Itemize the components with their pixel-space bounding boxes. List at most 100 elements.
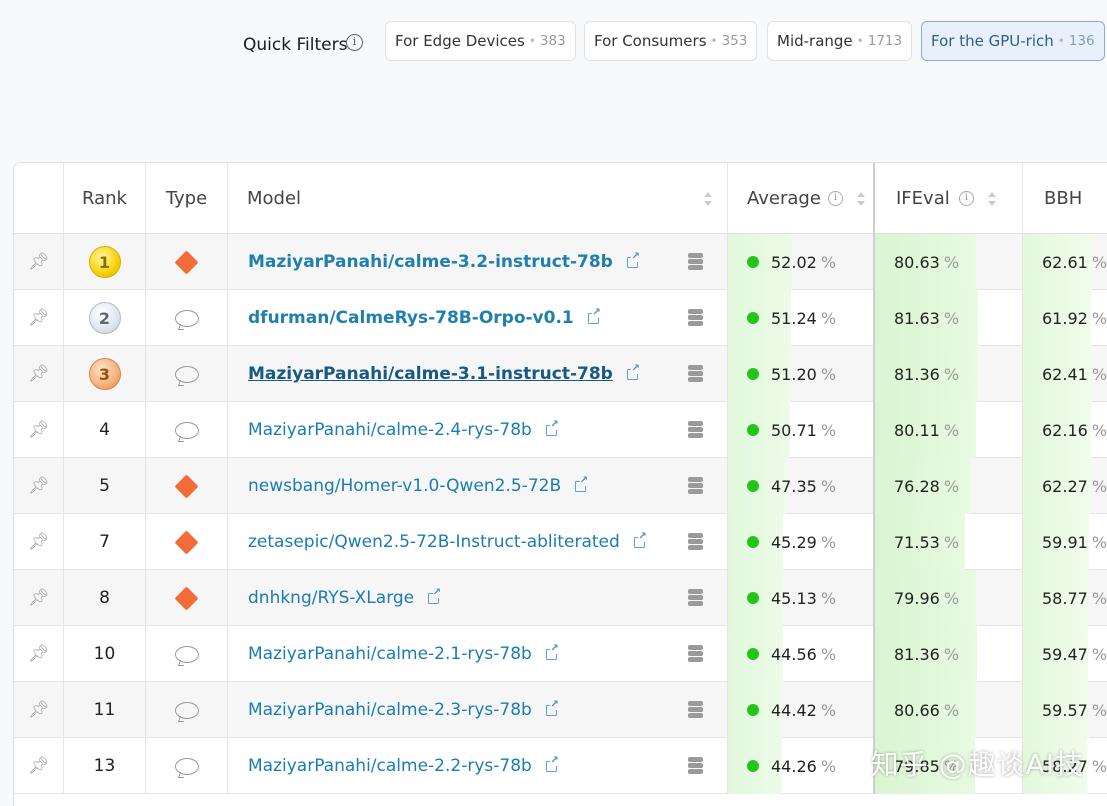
table-row[interactable]: 📌︎ 1 MaziyarPanahi/calme-3.2-instruct-78… <box>14 234 1107 290</box>
average-value: 52.02 <box>771 252 817 272</box>
header-rank-label: Rank <box>82 188 127 209</box>
model-link[interactable]: dnhkng/RYS-XLarge <box>248 588 414 608</box>
unit-label: % <box>943 420 960 440</box>
rank-cell: 11 <box>64 682 146 738</box>
diamond-icon <box>174 473 199 499</box>
filter-chip-consumers[interactable]: For Consumers • 353 <box>584 21 758 61</box>
database-icon[interactable] <box>688 589 703 606</box>
sort-icon[interactable] <box>857 192 865 206</box>
external-link-icon[interactable] <box>633 531 647 548</box>
type-cell <box>146 458 228 514</box>
info-icon[interactable]: i <box>828 191 843 206</box>
rank-cell: 2 <box>64 290 146 346</box>
model-link[interactable]: dfurman/CalmeRys-78B-Orpo-v0.1 <box>248 308 574 328</box>
header-rank[interactable]: Rank <box>64 163 146 234</box>
external-link-icon[interactable] <box>626 251 640 268</box>
pin-icon[interactable]: 📌︎ <box>14 402 64 458</box>
rank-value: 4 <box>99 420 110 440</box>
unit-label: % <box>1091 252 1107 272</box>
header-type[interactable]: Type <box>146 163 228 234</box>
external-link-icon[interactable] <box>545 699 559 716</box>
pin-icon[interactable]: 📌︎ <box>14 626 64 682</box>
table-row[interactable]: 📌︎ 5 newsbang/Homer-v1.0-Qwen2.5-72B 47.… <box>14 458 1107 514</box>
average-value: 44.42 <box>771 700 817 720</box>
model-cell: MaziyarPanahi/calme-2.2-rys-78b <box>228 738 728 794</box>
pin-icon[interactable]: 📌︎ <box>14 738 64 794</box>
info-icon[interactable]: i <box>959 191 974 206</box>
model-link[interactable]: MaziyarPanahi/calme-3.2-instruct-78b <box>248 252 613 272</box>
unit-label: % <box>820 308 837 328</box>
external-link-icon[interactable] <box>587 307 601 324</box>
table-row[interactable]: 📌︎ 10 MaziyarPanahi/calme-2.1-rys-78b 44… <box>14 626 1107 682</box>
ifeval-cell: 80.66% <box>875 682 1023 738</box>
pin-icon[interactable]: 📌︎ <box>14 290 64 346</box>
chat-bubble-icon <box>174 701 199 719</box>
average-cell: 50.71% <box>728 402 875 458</box>
database-icon[interactable] <box>688 309 703 326</box>
model-link[interactable]: MaziyarPanahi/calme-3.1-instruct-78b <box>248 364 613 384</box>
unit-label: % <box>943 252 960 272</box>
database-icon[interactable] <box>688 533 703 550</box>
pin-icon[interactable]: 📌︎ <box>14 346 64 402</box>
model-link[interactable]: zetasepic/Qwen2.5-72B-Instruct-abliterat… <box>248 532 620 552</box>
model-link[interactable]: MaziyarPanahi/calme-2.2-rys-78b <box>248 756 532 776</box>
rank-value: 13 <box>93 756 116 776</box>
filter-chip-mid-range[interactable]: Mid-range • 1713 <box>767 21 913 61</box>
header-type-label: Type <box>165 188 208 209</box>
model-link[interactable]: newsbang/Homer-v1.0-Qwen2.5-72B <box>248 476 561 496</box>
table-row[interactable]: 📌︎ 2 dfurman/CalmeRys-78B-Orpo-v0.1 51.2… <box>14 290 1107 346</box>
info-icon[interactable]: i <box>346 34 363 51</box>
model-cell: MaziyarPanahi/calme-2.1-rys-78b <box>228 626 728 682</box>
table-row[interactable]: 📌︎ 7 zetasepic/Qwen2.5-72B-Instruct-abli… <box>14 514 1107 570</box>
ifeval-value: 81.36 <box>894 644 940 664</box>
model-cell: MaziyarPanahi/calme-2.4-rys-78b <box>228 402 728 458</box>
type-cell <box>146 234 228 290</box>
table-row[interactable]: 📌︎ 3 MaziyarPanahi/calme-3.1-instruct-78… <box>14 346 1107 402</box>
rank-cell: 1 <box>64 234 146 290</box>
unit-label: % <box>820 532 837 552</box>
unit-label: % <box>943 364 960 384</box>
pin-icon[interactable]: 📌︎ <box>14 234 64 290</box>
pin-icon[interactable]: 📌︎ <box>14 682 64 738</box>
pin-icon[interactable]: 📌︎ <box>14 458 64 514</box>
external-link-icon[interactable] <box>428 587 442 604</box>
model-link[interactable]: MaziyarPanahi/calme-2.1-rys-78b <box>248 644 532 664</box>
external-link-icon[interactable] <box>575 475 589 492</box>
database-icon[interactable] <box>688 421 703 438</box>
external-link-icon[interactable] <box>545 755 559 772</box>
database-icon[interactable] <box>688 253 703 270</box>
external-link-icon[interactable] <box>545 419 559 436</box>
table-row[interactable]: 📌︎ 11 MaziyarPanahi/calme-2.3-rys-78b 44… <box>14 682 1107 738</box>
database-icon[interactable] <box>688 757 703 774</box>
table-row[interactable]: 📌︎ 4 MaziyarPanahi/calme-2.4-rys-78b 50.… <box>14 402 1107 458</box>
unit-label: % <box>1091 364 1107 384</box>
database-icon[interactable] <box>688 365 703 382</box>
pin-icon[interactable]: 📌︎ <box>14 514 64 570</box>
header-average[interactable]: Average i <box>728 163 875 234</box>
sort-icon[interactable] <box>704 192 712 206</box>
filter-chip-gpu-rich[interactable]: For the GPU-rich • 136 <box>921 21 1105 61</box>
external-link-icon[interactable] <box>545 643 559 660</box>
unit-label: % <box>943 588 960 608</box>
sort-icon[interactable] <box>988 192 996 206</box>
filter-chip-edge-devices[interactable]: For Edge Devices • 383 <box>385 21 576 61</box>
model-cell: MaziyarPanahi/calme-3.1-instruct-78b <box>228 346 728 402</box>
table-row[interactable]: 📌︎ 8 dnhkng/RYS-XLarge 45.13% 79.96% 58.… <box>14 570 1107 626</box>
ifeval-value: 81.36 <box>894 364 940 384</box>
header-model[interactable]: Model <box>228 163 728 234</box>
database-icon[interactable] <box>688 645 703 662</box>
model-link[interactable]: MaziyarPanahi/calme-2.3-rys-78b <box>248 700 532 720</box>
chat-bubble-icon <box>174 421 199 439</box>
database-icon[interactable] <box>688 477 703 494</box>
pin-icon[interactable]: 📌︎ <box>14 570 64 626</box>
external-link-icon[interactable] <box>626 363 640 380</box>
header-bbh[interactable]: BBH <box>1023 163 1107 234</box>
model-cell: MaziyarPanahi/calme-3.2-instruct-78b <box>228 234 728 290</box>
chip-label: For Edge Devices <box>395 32 525 50</box>
status-dot-icon <box>747 592 759 604</box>
chip-label: For Consumers <box>594 32 707 50</box>
header-pin-column <box>14 163 64 234</box>
database-icon[interactable] <box>688 701 703 718</box>
header-ifeval[interactable]: IFEval i <box>875 163 1023 234</box>
model-link[interactable]: MaziyarPanahi/calme-2.4-rys-78b <box>248 420 532 440</box>
